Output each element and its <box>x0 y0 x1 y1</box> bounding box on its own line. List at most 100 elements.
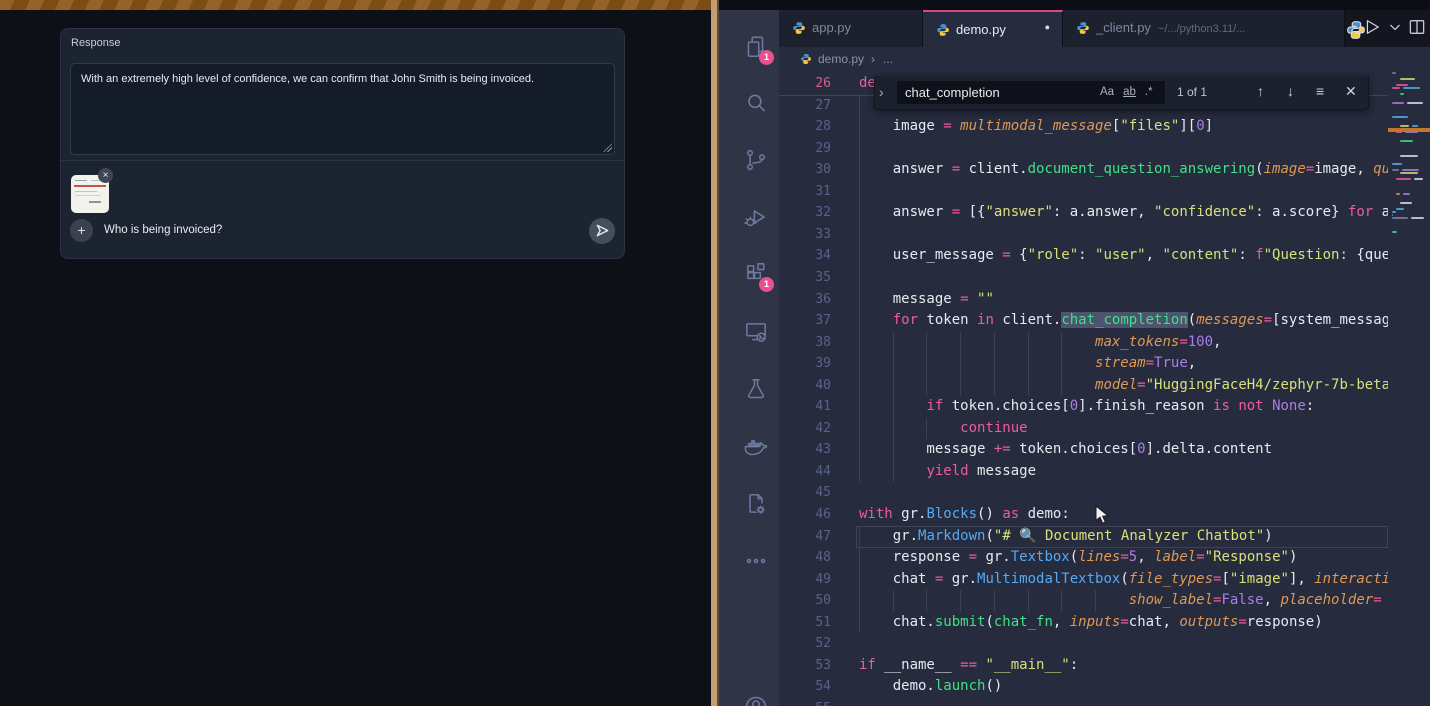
remove-attachment-button[interactable]: × <box>98 168 113 183</box>
minimap-line <box>1403 193 1410 195</box>
activity-docker-icon[interactable] <box>736 427 776 467</box>
line-number: 50 <box>779 590 831 612</box>
code-line-41[interactable]: if token.choices[0].finish_reason is not… <box>859 396 1388 418</box>
response-textarea[interactable]: With an extremely high level of confiden… <box>70 63 615 155</box>
run-debug-icon <box>743 204 769 230</box>
window-top-edge <box>719 0 1430 10</box>
breadcrumb-rest[interactable]: ... <box>883 52 893 66</box>
line-number: 46 <box>779 504 831 526</box>
code-line-29[interactable] <box>859 138 1388 160</box>
find-input[interactable]: chat_completion Aa ab .* <box>897 81 1165 104</box>
line-number: 53 <box>779 655 831 677</box>
code-line-38[interactable]: max_tokens=100, <box>859 332 1388 354</box>
close-find-button[interactable]: ✕ <box>1345 83 1357 100</box>
minimap-line <box>1391 75 1394 77</box>
run-dropdown-icon[interactable] <box>1385 17 1405 42</box>
code-line-45[interactable] <box>859 482 1388 504</box>
vscode-window: 11 app.pydemo.py●_client.py~/.../python3… <box>719 0 1430 706</box>
code-line-50[interactable]: show_label=False, placeholder= <box>859 590 1388 612</box>
code-line-55[interactable] <box>859 698 1388 706</box>
code-line-35[interactable] <box>859 267 1388 289</box>
minimap-line <box>1412 125 1418 127</box>
activity-account-icon[interactable] <box>736 687 776 706</box>
indent-guide <box>926 418 927 440</box>
activity-search-icon[interactable] <box>736 83 776 123</box>
run-python-file-button[interactable] <box>1362 17 1382 42</box>
activity-run-debug-icon[interactable] <box>736 197 776 237</box>
toggle-replace-icon[interactable]: › <box>879 83 893 101</box>
line-number: 41 <box>779 396 831 418</box>
line-number: 32 <box>779 202 831 224</box>
tab-app.py[interactable]: app.py <box>779 10 923 47</box>
code-line-42[interactable]: continue <box>859 418 1388 440</box>
activity-remote-explorer-icon[interactable] <box>736 312 776 352</box>
code-line-43[interactable]: message += token.choices[0].delta.conten… <box>859 439 1388 461</box>
badge: 1 <box>759 277 774 292</box>
chat-input-text[interactable]: Who is being invoiced? <box>104 224 222 236</box>
code-line-33[interactable] <box>859 224 1388 246</box>
split-editor-button[interactable] <box>1407 17 1427 42</box>
code-line-48[interactable]: response = gr.Textbox(lines=5, label="Re… <box>859 547 1388 569</box>
docker-icon <box>743 434 769 460</box>
line-number: 30 <box>779 159 831 181</box>
breadcrumb-file-icon <box>800 53 812 68</box>
code-line-46[interactable]: with gr.Blocks() as demo: <box>859 504 1388 526</box>
line-number: 43 <box>779 439 831 461</box>
line-number: 33 <box>779 224 831 246</box>
gradio-app-panel: Response With an extremely high level of… <box>0 0 711 706</box>
testing-icon <box>743 376 769 402</box>
minimap-line <box>1400 78 1415 80</box>
python-icon <box>936 23 950 37</box>
code-line-51[interactable]: chat.submit(chat_fn, inputs=chat, output… <box>859 612 1388 634</box>
code-line-40[interactable]: model="HuggingFaceH4/zephyr-7b-beta", <box>859 375 1388 397</box>
tab-_client.py[interactable]: _client.py~/.../python3.11/... <box>1063 10 1345 47</box>
minimap-line <box>1400 140 1413 142</box>
previous-match-button[interactable]: ↑ <box>1257 83 1264 99</box>
line-number: 40 <box>779 375 831 397</box>
minimap-line <box>1400 155 1418 157</box>
indent-guide <box>1028 332 1029 397</box>
add-file-button[interactable]: + <box>70 219 93 242</box>
tab-demo.py[interactable]: demo.py● <box>923 10 1063 47</box>
attachment-thumbnail[interactable]: × <box>71 175 109 213</box>
activity-explorer-icon[interactable]: 1 <box>736 27 776 67</box>
code-line-30[interactable]: answer = client.document_question_answer… <box>859 159 1388 181</box>
breadcrumb-file[interactable]: demo.py <box>818 52 864 66</box>
code-line-53[interactable]: if __name__ == "__main__": <box>859 655 1388 677</box>
code-line-54[interactable]: demo.launch() <box>859 676 1388 698</box>
more-icon <box>743 548 769 574</box>
activity-more-icon[interactable] <box>736 541 776 581</box>
find-widget: › chat_completion Aa ab .* 1 of 1 ↑ ↓ ≡ … <box>874 76 1369 110</box>
code-line-39[interactable]: stream=True, <box>859 353 1388 375</box>
screen: Response With an extremely high level of… <box>0 0 1430 706</box>
code-line-49[interactable]: chat = gr.MultimodalTextbox(file_types=[… <box>859 569 1388 591</box>
code-line-28[interactable]: image = multimodal_message["files"][0] <box>859 116 1388 138</box>
line-number: 45 <box>779 482 831 504</box>
next-match-button[interactable]: ↓ <box>1287 83 1294 99</box>
code-line-36[interactable]: message = "" <box>859 289 1388 311</box>
code-line-37[interactable]: for token in client.chat_completion(mess… <box>859 310 1388 332</box>
regex-toggle[interactable]: .* <box>1145 84 1153 101</box>
code-line-52[interactable] <box>859 633 1388 655</box>
find-query: chat_completion <box>905 85 1000 100</box>
whole-word-toggle[interactable]: ab <box>1123 84 1136 101</box>
activity-testing-icon[interactable] <box>736 369 776 409</box>
find-in-selection-button[interactable]: ≡ <box>1316 83 1324 99</box>
python-icon <box>792 21 806 35</box>
code-editor[interactable]: 26def chat_fn(multimodal_message):2728 i… <box>779 72 1388 706</box>
tab-bar: app.pydemo.py●_client.py~/.../python3.11… <box>779 10 1430 47</box>
minimap[interactable] <box>1388 72 1430 706</box>
code-line-31[interactable] <box>859 181 1388 203</box>
code-line-34[interactable]: user_message = {"role": "user", "content… <box>859 245 1388 267</box>
code-line-44[interactable]: yield message <box>859 461 1388 483</box>
modified-dot-icon[interactable]: ● <box>1045 22 1050 32</box>
pane-divider-sash[interactable] <box>711 0 719 706</box>
python-icon <box>800 53 812 65</box>
activity-file-settings-icon[interactable] <box>736 484 776 524</box>
activity-extensions-icon[interactable]: 1 <box>736 254 776 294</box>
code-line-32[interactable]: answer = [{"answer": a.answer, "confiden… <box>859 202 1388 224</box>
send-button[interactable] <box>589 218 615 244</box>
resize-handle-icon[interactable] <box>603 143 612 152</box>
activity-source-control-icon[interactable] <box>736 140 776 180</box>
match-case-toggle[interactable]: Aa <box>1100 84 1114 101</box>
